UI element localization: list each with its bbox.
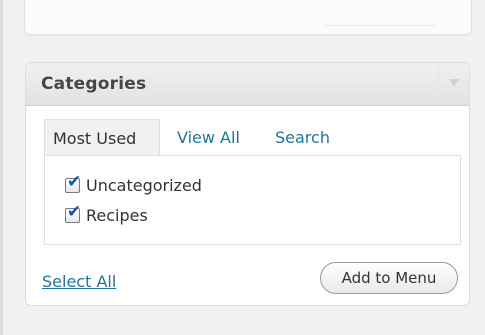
page-left-border xyxy=(0,0,3,335)
chevron-down-icon xyxy=(449,79,459,87)
category-label: Recipes xyxy=(86,206,148,225)
category-label: Uncategorized xyxy=(86,176,202,195)
previous-postbox-divider xyxy=(325,25,435,26)
category-checkbox[interactable]: ✔ xyxy=(65,204,81,223)
tab-view-all[interactable]: View All xyxy=(177,119,240,156)
tab-search[interactable]: Search xyxy=(275,119,330,156)
add-to-menu-button[interactable]: Add to Menu xyxy=(320,262,458,294)
select-all-link[interactable]: Select All xyxy=(42,272,116,291)
postbox-header[interactable]: Categories xyxy=(26,63,469,106)
checkmark-icon: ✔ xyxy=(67,202,82,222)
tab-most-used[interactable]: Most Used xyxy=(44,119,160,156)
toggle-panel-button[interactable] xyxy=(438,63,469,105)
category-list-panel: ✔ Uncategorized ✔ Recipes xyxy=(44,155,461,245)
checkmark-icon: ✔ xyxy=(67,172,82,192)
categories-postbox: Categories Most Used View All Search ✔ U… xyxy=(25,62,470,306)
category-tabs: Most Used View All Search xyxy=(44,119,469,156)
category-checkbox[interactable]: ✔ xyxy=(65,174,81,193)
postbox-title: Categories xyxy=(41,74,147,94)
previous-postbox xyxy=(24,0,472,35)
